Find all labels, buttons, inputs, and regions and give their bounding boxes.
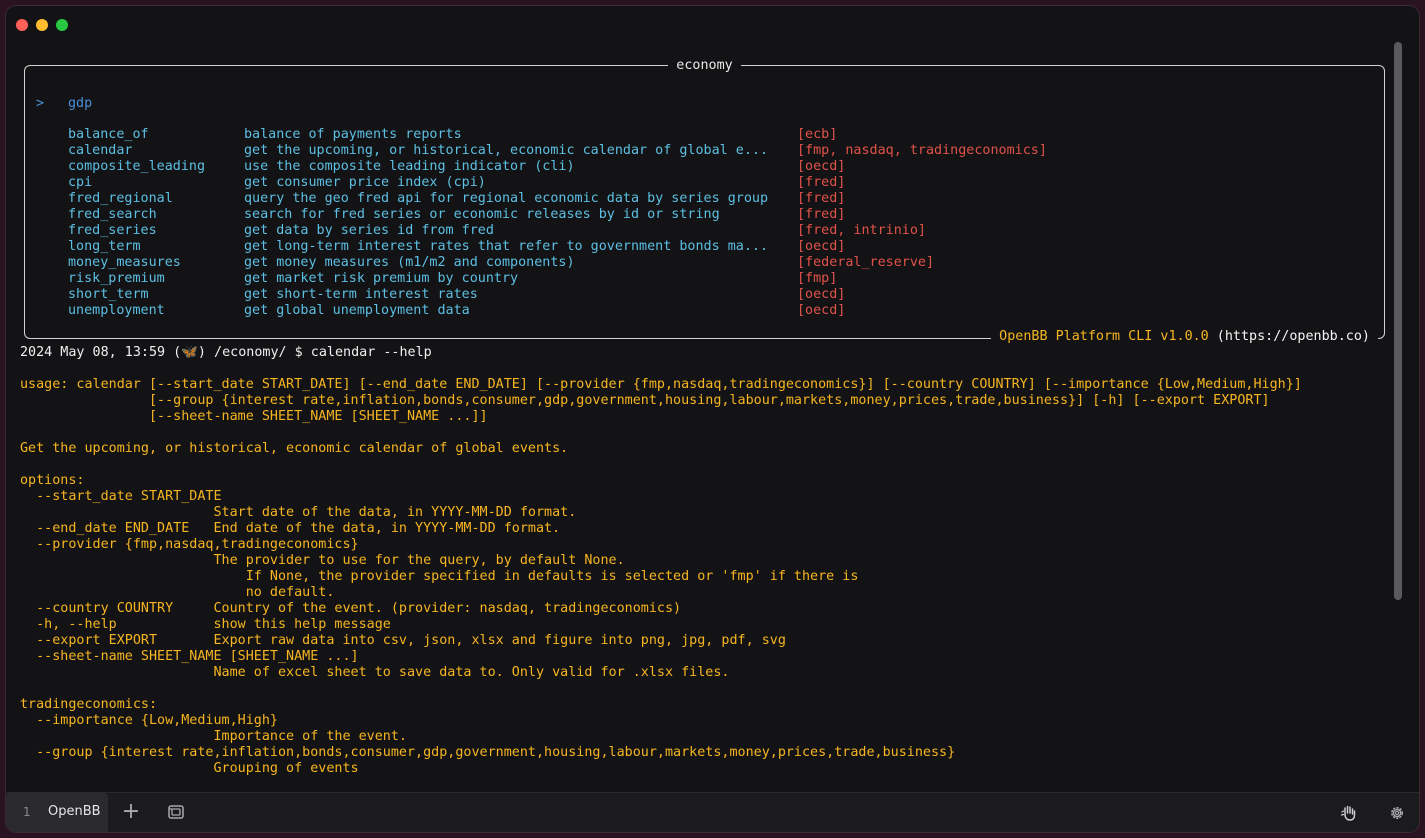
command-providers: [fmp, nasdaq, tradingeconomics]	[797, 143, 1047, 158]
command-description: search for fred series or economic relea…	[244, 207, 720, 222]
command-name: fred_series	[68, 223, 157, 238]
command-providers: [oecd]	[797, 239, 846, 254]
option-line: no default.	[20, 585, 335, 600]
option-line: -h, --help show this help message	[20, 617, 391, 632]
terminal-window: economy > gdp balance_of balance of paymen…	[6, 6, 1419, 832]
command-prompt-line: 2024 May 08, 13:59 (🦋) /economy/ $ calen…	[20, 345, 432, 360]
option-line: --start_date START_DATE	[20, 489, 222, 504]
tab-number: 1	[23, 805, 31, 819]
command-description: get market risk premium by country	[244, 271, 519, 286]
command-providers: [oecd]	[797, 287, 846, 302]
help-description: Get the upcoming, or historical, economi…	[20, 441, 569, 456]
tab-bar: 1 OpenBB +	[6, 792, 1419, 832]
option-line: --end_date END_DATE End date of the data…	[20, 521, 561, 536]
command-name: composite_leading	[68, 159, 206, 174]
command-providers: [fred]	[797, 191, 846, 206]
menu-title: economy	[6, 58, 1403, 74]
command-providers: [oecd]	[797, 159, 846, 174]
command-name: long_term	[68, 239, 141, 254]
command-providers: [fred]	[797, 175, 846, 190]
command-description: get money measures (m1/m2 and components…	[244, 255, 575, 270]
command-name: fred_regional	[68, 191, 173, 206]
command-description: get short-term interest rates	[244, 287, 478, 302]
command-name: cpi	[68, 175, 93, 190]
command-providers: [federal_reserve]	[797, 255, 935, 270]
usage-line: [--sheet-name SHEET_NAME [SHEET_NAME ...…	[20, 409, 488, 424]
hand-icon[interactable]	[1339, 803, 1359, 823]
command-providers: [fred]	[797, 207, 846, 222]
command-providers: [oecd]	[797, 303, 846, 318]
option-line: --importance {Low,Medium,High}	[20, 713, 278, 728]
option-line: Start date of the data, in YYYY-MM-DD fo…	[20, 505, 577, 520]
tradingeconomics-header: tradingeconomics:	[20, 697, 158, 712]
option-line: Name of excel sheet to save data to. Onl…	[20, 665, 730, 680]
option-line: --group {interest rate,inflation,bonds,c…	[20, 745, 956, 760]
tab-label: OpenBB	[48, 804, 101, 819]
command-description: query the geo fred api for regional econ…	[244, 191, 769, 206]
command-description: get the upcoming, or historical, economi…	[244, 143, 769, 158]
footer-url[interactable]: (https://openbb.co)	[1209, 329, 1370, 344]
scrollbar[interactable]	[1394, 42, 1402, 782]
panel-footer: OpenBB Platform CLI v1.0.0 (https://open…	[991, 329, 1378, 345]
command-description: balance of payments reports	[244, 127, 462, 142]
command-name: balance_of	[68, 127, 149, 142]
prompt-marker: >	[36, 96, 45, 111]
minimize-button[interactable]	[36, 19, 48, 31]
command-name: risk_premium	[68, 271, 165, 286]
menu-prompt: > gdp	[36, 96, 92, 112]
terminal-output[interactable]: economy > gdp balance_of balance of paymen…	[6, 42, 1406, 792]
option-line: --sheet-name SHEET_NAME [SHEET_NAME ...]	[20, 649, 359, 664]
command-name: money_measures	[68, 255, 181, 270]
menu-item-gdp[interactable]: gdp	[68, 96, 92, 112]
option-line: Importance of the event.	[20, 729, 407, 744]
command-name: fred_search	[68, 207, 157, 222]
tab-overview-icon[interactable]	[166, 802, 186, 822]
tab-openbb[interactable]: 1 OpenBB	[6, 793, 108, 832]
command-name: short_term	[68, 287, 149, 302]
command-providers: [fmp]	[797, 271, 838, 286]
option-line: The provider to use for the query, by de…	[20, 553, 625, 568]
option-line: --country COUNTRY Country of the event. …	[20, 601, 682, 616]
command-name: unemployment	[68, 303, 165, 318]
close-button[interactable]	[16, 19, 28, 31]
options-header: options:	[20, 473, 85, 488]
command-name: calendar	[68, 143, 133, 158]
option-line: --provider {fmp,nasdaq,tradingeconomics}	[20, 537, 359, 552]
command-providers: [ecb]	[797, 127, 838, 142]
command-description: get consumer price index (cpi)	[244, 175, 486, 190]
gear-icon[interactable]	[1387, 803, 1407, 823]
zoom-button[interactable]	[56, 19, 68, 31]
usage-line: [--group {interest rate,inflation,bonds,…	[20, 393, 1270, 408]
title-bar	[6, 6, 1419, 42]
scrollbar-thumb[interactable]	[1394, 42, 1402, 600]
option-line: --export EXPORT Export raw data into csv…	[20, 633, 786, 648]
option-line: If None, the provider specified in defau…	[20, 569, 859, 584]
command-providers: [fred, intrinio]	[797, 223, 926, 238]
footer-brand: OpenBB Platform CLI v1.0.0	[999, 329, 1209, 344]
new-tab-button[interactable]: +	[118, 799, 144, 825]
command-description: get global unemployment data	[244, 303, 470, 318]
option-line: Grouping of events	[20, 761, 359, 776]
command-description: get data by series id from fred	[244, 223, 494, 238]
command-description: use the composite leading indicator (cli…	[244, 159, 575, 174]
command-description: get long-term interest rates that refer …	[244, 239, 769, 254]
usage-line: usage: calendar [--start_date START_DATE…	[20, 377, 1302, 392]
